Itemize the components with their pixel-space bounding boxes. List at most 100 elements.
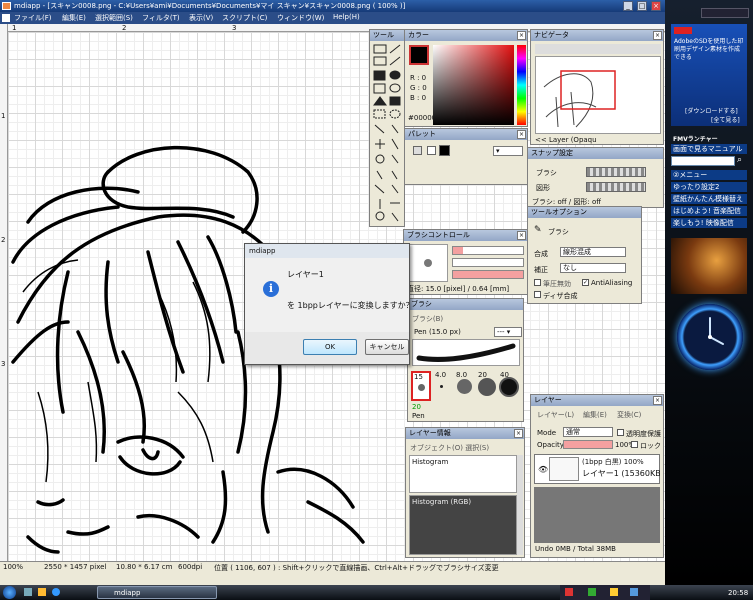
quicklaunch-browser-icon[interactable] — [52, 588, 60, 596]
undo-info: Undo 0MB / Total 38MB — [535, 545, 616, 553]
sidebar-item-video[interactable]: 楽しもう! 映像配信 — [671, 218, 747, 228]
quicklaunch-desktop-icon[interactable] — [24, 588, 32, 596]
sidebar-item-wallpaper[interactable]: 壁紙かんたん模様替え — [671, 194, 747, 204]
search-input[interactable] — [671, 156, 735, 166]
download-link[interactable]: [ダウンロードする] — [685, 106, 738, 115]
density-slider[interactable] — [452, 270, 524, 279]
navigator-toolbar[interactable] — [535, 44, 661, 54]
correction-select[interactable]: なし — [560, 263, 626, 273]
snap-shape-toggles[interactable] — [586, 182, 646, 192]
foreground-color-swatch[interactable] — [409, 45, 429, 65]
convert-menu[interactable]: 変換(C) — [617, 410, 641, 420]
opacity-slider[interactable] — [563, 440, 613, 449]
palette-panel: パレット × ▾ — [404, 128, 528, 185]
tray-icon[interactable] — [630, 588, 638, 596]
navigator-preview[interactable] — [535, 56, 661, 134]
snap-brush-toggles[interactable] — [586, 167, 646, 177]
size-slider[interactable] — [452, 246, 524, 255]
palette-swatch[interactable] — [427, 146, 436, 155]
blend-mode-select[interactable]: 線形混成 — [560, 247, 626, 257]
close-icon[interactable]: × — [514, 429, 523, 438]
edit-menu[interactable]: 編集(E) — [583, 410, 607, 420]
maximize-button[interactable]: □ — [637, 1, 647, 11]
clock-gadget[interactable] — [677, 304, 743, 370]
hue-slider[interactable] — [517, 45, 526, 125]
brush-extra-size[interactable]: 20 — [412, 403, 421, 411]
taskbar-button-mdiapp[interactable]: mdiapp — [97, 586, 217, 599]
menu-file[interactable]: ファイル(F) — [14, 13, 52, 23]
sidebar-controls[interactable] — [701, 8, 749, 18]
tray-icon[interactable] — [565, 588, 573, 596]
saturation-value-picker[interactable] — [433, 45, 514, 125]
minimize-button[interactable]: _ — [623, 1, 633, 11]
cancel-button[interactable]: キャンセル — [365, 339, 409, 355]
menu-selection[interactable]: 選択範囲(S) — [95, 13, 133, 23]
see-all-link[interactable]: [全て見る] — [711, 115, 740, 124]
layer-info-menu[interactable]: オブジェクト(O) 選択(S) — [410, 443, 489, 453]
ruler-mark: 3 — [1, 360, 6, 368]
close-icon[interactable]: × — [653, 396, 662, 405]
tray-icon[interactable] — [588, 588, 596, 596]
sidebar-item-menu[interactable]: ②メニュー — [671, 170, 747, 180]
snap-settings-panel: スナップ設定 ブラシ 図形 ブラシ: off / 図形: off — [527, 147, 664, 208]
antialias-checkbox[interactable]: ✓ — [582, 279, 589, 286]
histogram-rgb-label: Histogram (RGB) — [412, 498, 472, 506]
layer-thumbnail — [549, 457, 579, 481]
tool-icons[interactable] — [372, 43, 404, 225]
opacity-slider[interactable] — [452, 258, 524, 267]
brush-size-option[interactable]: 4.0 — [435, 371, 446, 379]
close-icon[interactable]: × — [517, 130, 526, 139]
physical-size: 10.80 * 6.17 cm — [116, 563, 173, 571]
tool-options-panel: ツールオプション ✎ ブラシ 合成 線形混成 補正 なし 筆圧無効 ✓ Anti… — [527, 206, 642, 304]
close-icon[interactable]: × — [653, 31, 662, 40]
menu-script[interactable]: スクリプト(C) — [222, 13, 267, 23]
brush-panel-title: ブラシ — [408, 299, 523, 310]
layer-menu[interactable]: レイヤー(L) — [537, 410, 574, 420]
layer-row[interactable]: 👁 (1bpp 白黒) 100% レイヤー1 (15360KB) — [534, 454, 660, 484]
adobe-logo — [674, 27, 692, 34]
palette-dropdown[interactable]: ▾ — [493, 146, 523, 156]
sidebar-item-music[interactable]: はじめよう! 音楽配信 — [671, 206, 747, 216]
blue-value: B : 0 — [410, 94, 427, 102]
brush-size-selected[interactable]: 15 — [411, 371, 431, 401]
menu-edit[interactable]: 編集(E) — [62, 13, 86, 23]
brush-menu-dropdown[interactable]: --- ▾ — [494, 327, 522, 337]
navigator-thumbnail — [543, 70, 616, 128]
search-icon[interactable]: ⌕ — [737, 155, 742, 165]
tray-icon[interactable] — [610, 588, 618, 596]
close-icon[interactable]: × — [517, 231, 526, 240]
sidebar-item-manual[interactable]: 画面で見るマニュアル — [671, 144, 747, 154]
stroke-preview-curve — [416, 343, 516, 362]
dither-checkbox[interactable] — [534, 291, 541, 298]
brush-section-label: ブラシ(B) — [412, 315, 444, 323]
dialog-layer-name: レイヤー1 — [287, 270, 324, 279]
brush-control-title: ブラシコントロール — [404, 230, 527, 241]
close-button[interactable]: × — [651, 1, 661, 11]
menu-help[interactable]: Help(H) — [333, 13, 360, 21]
menu-window[interactable]: ウィンドウ(W) — [277, 13, 324, 23]
blend-mode-select[interactable]: 通常 — [563, 427, 613, 437]
pressure-checkbox[interactable] — [534, 279, 541, 286]
sidebar-item-relax[interactable]: ゆったり設定2 — [671, 182, 747, 192]
palette-swatch[interactable] — [439, 145, 450, 156]
photo-gadget[interactable] — [671, 238, 747, 294]
brush-name: Pen (15.0 px) — [414, 328, 461, 336]
menu-filter[interactable]: フィルタ(T) — [142, 13, 180, 23]
brush-dot — [457, 379, 472, 394]
brush-size-option[interactable]: 8.0 — [456, 371, 467, 379]
tool-panel-title: ツール — [370, 30, 404, 41]
eye-icon[interactable]: 👁 — [538, 465, 548, 474]
ad-gadget[interactable]: AdobeのSDを使用した印刷用デザイン素材を作成できる [ダウンロードする] … — [671, 24, 747, 126]
snap-shape-label: 図形 — [536, 184, 550, 192]
lock-checkbox[interactable] — [631, 441, 638, 448]
dither-label: ディザ合成 — [543, 292, 578, 300]
protect-alpha-checkbox[interactable] — [617, 429, 624, 436]
close-icon[interactable]: × — [517, 31, 526, 40]
ruler-mark: 1 — [12, 24, 17, 32]
quicklaunch-folder-icon[interactable] — [38, 588, 46, 596]
palette-swatch[interactable] — [413, 146, 422, 155]
scrollbar[interactable] — [517, 455, 523, 555]
ok-button[interactable]: OK — [303, 339, 357, 355]
menu-view[interactable]: 表示(V) — [189, 13, 213, 23]
start-orb-icon[interactable] — [3, 586, 16, 599]
